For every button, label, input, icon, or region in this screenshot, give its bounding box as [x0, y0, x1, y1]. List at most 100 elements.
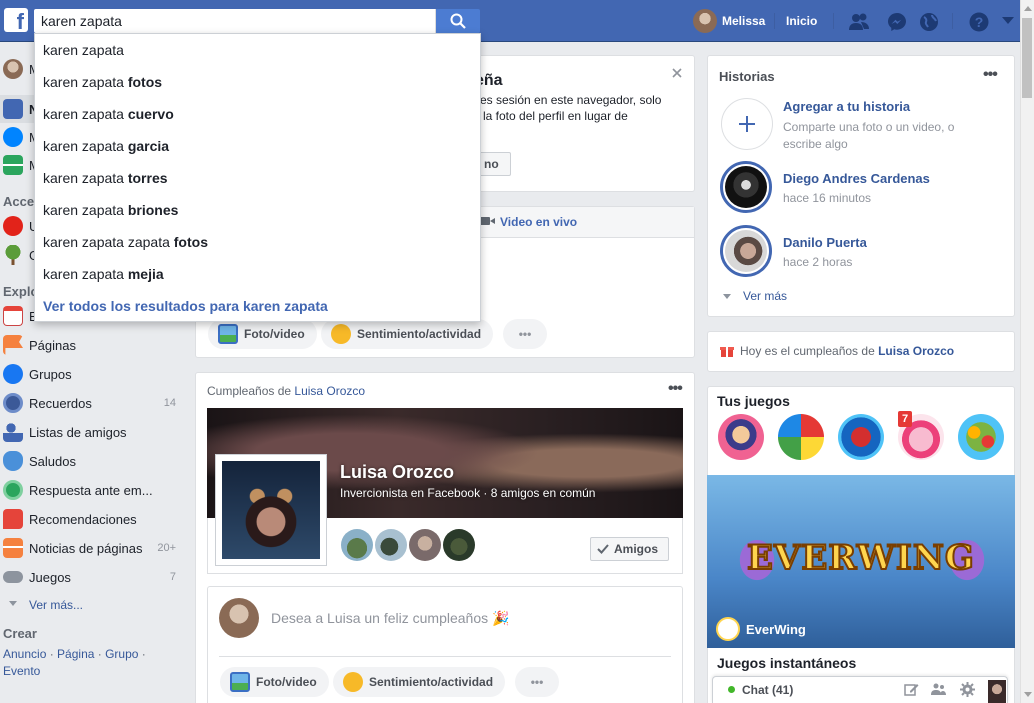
sidebar-item-label: Grupos: [29, 366, 72, 382]
search-suggestion[interactable]: karen zapata zapata fotos: [43, 226, 208, 258]
recommendations-icon: [3, 509, 23, 529]
story-author[interactable]: Diego Andres Cardenas: [783, 171, 930, 186]
create-event-link[interactable]: Evento: [3, 664, 40, 678]
chevron-down-icon: [723, 294, 731, 299]
friend-requests-icon[interactable]: [848, 11, 870, 33]
sidebar-item-memories[interactable]: Recuerdos 14: [0, 389, 190, 417]
chat-contact-avatar[interactable]: [988, 680, 1006, 703]
photo-video-button[interactable]: Foto/video: [208, 319, 317, 349]
search-suggestion[interactable]: karen zapata garcia: [43, 130, 169, 162]
story-author[interactable]: Danilo Puerta: [783, 235, 867, 250]
feeling-activity-button[interactable]: Sentimiento/actividad: [321, 319, 494, 349]
friends-button[interactable]: Amigos: [590, 537, 669, 561]
account-menu-caret-icon[interactable]: [1002, 17, 1014, 25]
more-options-button[interactable]: •••: [503, 319, 547, 349]
new-group-icon[interactable]: [931, 682, 946, 697]
smiley-icon: [331, 324, 351, 344]
compose-icon[interactable]: [904, 682, 919, 697]
story-thumbnail[interactable]: [720, 161, 772, 213]
chat-label[interactable]: Chat (41): [742, 683, 793, 697]
sidebar-item-recommendations[interactable]: Recomendaciones: [0, 505, 190, 533]
create-ad-link[interactable]: Anuncio: [3, 647, 46, 661]
divider: [774, 13, 775, 29]
suggestion-bold: cuervo: [127, 106, 174, 122]
search-suggestion[interactable]: karen zapata torres: [43, 162, 168, 194]
stories-options-icon[interactable]: •••: [983, 66, 998, 84]
flag-icon: [3, 335, 23, 355]
profile-picture[interactable]: [215, 454, 327, 566]
sidebar-item-pokes[interactable]: Saludos: [0, 447, 190, 475]
game-icon[interactable]: [718, 414, 764, 460]
page-scrollbar[interactable]: [1020, 0, 1034, 703]
birthday-notice-name-link[interactable]: Luisa Orozco: [878, 344, 954, 358]
featured-game-name[interactable]: EverWing: [746, 622, 806, 637]
sidebar-item-friend-lists[interactable]: Listas de amigos: [0, 418, 190, 446]
search-button[interactable]: [435, 9, 480, 33]
notifications-globe-icon[interactable]: [918, 11, 940, 33]
divider: [833, 13, 834, 29]
create-page-link[interactable]: Página: [57, 647, 94, 661]
user-avatar[interactable]: [693, 9, 717, 33]
scrollbar-thumb[interactable]: [1022, 18, 1032, 98]
mutual-friend-avatar[interactable]: [375, 529, 407, 561]
messenger-icon[interactable]: [886, 11, 908, 33]
add-story-button[interactable]: [721, 98, 773, 150]
scroll-up-arrow-icon[interactable]: [1024, 6, 1032, 11]
photo-video-button[interactable]: Foto/video: [220, 667, 329, 697]
add-story-title[interactable]: Agregar a tu historia: [783, 99, 910, 114]
birthday-header-prefix: Cumpleaños de: [207, 384, 295, 398]
tab-live-video[interactable]: Video en vivo: [500, 215, 577, 229]
feeling-activity-button[interactable]: Sentimiento/actividad: [333, 667, 506, 697]
home-link[interactable]: Inicio: [786, 14, 817, 28]
mutual-friend-avatar[interactable]: [409, 529, 441, 561]
game-icon[interactable]: [838, 414, 884, 460]
suggestion-bold: fotos: [173, 234, 208, 250]
more-options-button[interactable]: •••: [515, 667, 559, 697]
facebook-logo-icon[interactable]: f: [4, 8, 28, 32]
sidebar-item-label: Noticias de páginas: [29, 540, 143, 556]
birthday-card-header: Cumpleaños de Luisa Orozco: [207, 384, 365, 398]
search-input[interactable]: [34, 9, 435, 33]
search-suggestion[interactable]: karen zapata mejia: [43, 258, 164, 290]
game-icon[interactable]: [778, 414, 824, 460]
help-icon[interactable]: ?: [968, 11, 990, 33]
sidebar-item-news-feed[interactable]: N: [0, 95, 34, 123]
sidebar-item-crisis-response[interactable]: Respuesta ante em...: [0, 476, 190, 504]
sidebar-item-pages[interactable]: Páginas: [0, 331, 190, 359]
profile-name[interactable]: Luisa Orozco: [340, 462, 454, 483]
post-options-icon[interactable]: •••: [668, 380, 683, 398]
suggestion-bold: torres: [127, 170, 168, 186]
mutual-friend-avatar[interactable]: [341, 529, 373, 561]
search-suggestion[interactable]: karen zapata cuervo: [43, 98, 174, 130]
game-icon[interactable]: [958, 414, 1004, 460]
see-all-results-link[interactable]: Ver todos los resultados para karen zapa…: [43, 290, 328, 322]
create-group-link[interactable]: Grupo: [105, 647, 138, 661]
story-thumbnail[interactable]: [720, 225, 772, 277]
user-name-link[interactable]: Melissa: [722, 14, 765, 28]
sidebar-item-pages-feed[interactable]: Noticias de páginas 20+: [0, 534, 190, 562]
search-suggestion[interactable]: karen zapata briones: [43, 194, 178, 226]
stories-see-more-link[interactable]: Ver más: [743, 289, 787, 303]
sidebar-see-more-link[interactable]: Ver más...: [29, 598, 83, 612]
birthday-wish-input[interactable]: Desea a Luisa un feliz cumpleaños 🎉: [271, 610, 509, 627]
birthday-notice-text: Hoy es el cumpleaños de: [740, 344, 879, 358]
suggestion-text: karen zapata: [43, 74, 128, 90]
friends-button-label: Amigos: [614, 542, 659, 556]
close-icon[interactable]: [672, 68, 682, 78]
settings-gear-icon[interactable]: [960, 682, 975, 697]
suggestion-text: karen zapata: [43, 42, 124, 58]
sidebar-item-games[interactable]: Juegos 7: [0, 563, 190, 591]
mutual-friend-avatar[interactable]: [443, 529, 475, 561]
smiley-icon: [343, 672, 363, 692]
scroll-down-arrow-icon[interactable]: [1024, 692, 1032, 697]
photo-video-label: Foto/video: [244, 327, 305, 341]
sidebar-item-label: Saludos: [29, 453, 76, 469]
not-now-button[interactable]: no: [477, 152, 511, 176]
birthday-header-name-link[interactable]: Luisa Orozco: [294, 384, 365, 398]
search-suggestion[interactable]: karen zapata fotos: [43, 66, 162, 98]
divider: [952, 13, 953, 29]
search-suggestion[interactable]: karen zapata: [43, 34, 124, 66]
sidebar-item-groups[interactable]: Grupos: [0, 360, 190, 388]
search-suggestions-dropdown: karen zapata karen zapata fotos karen za…: [34, 33, 481, 322]
suggestion-text: karen zapata: [43, 170, 128, 186]
